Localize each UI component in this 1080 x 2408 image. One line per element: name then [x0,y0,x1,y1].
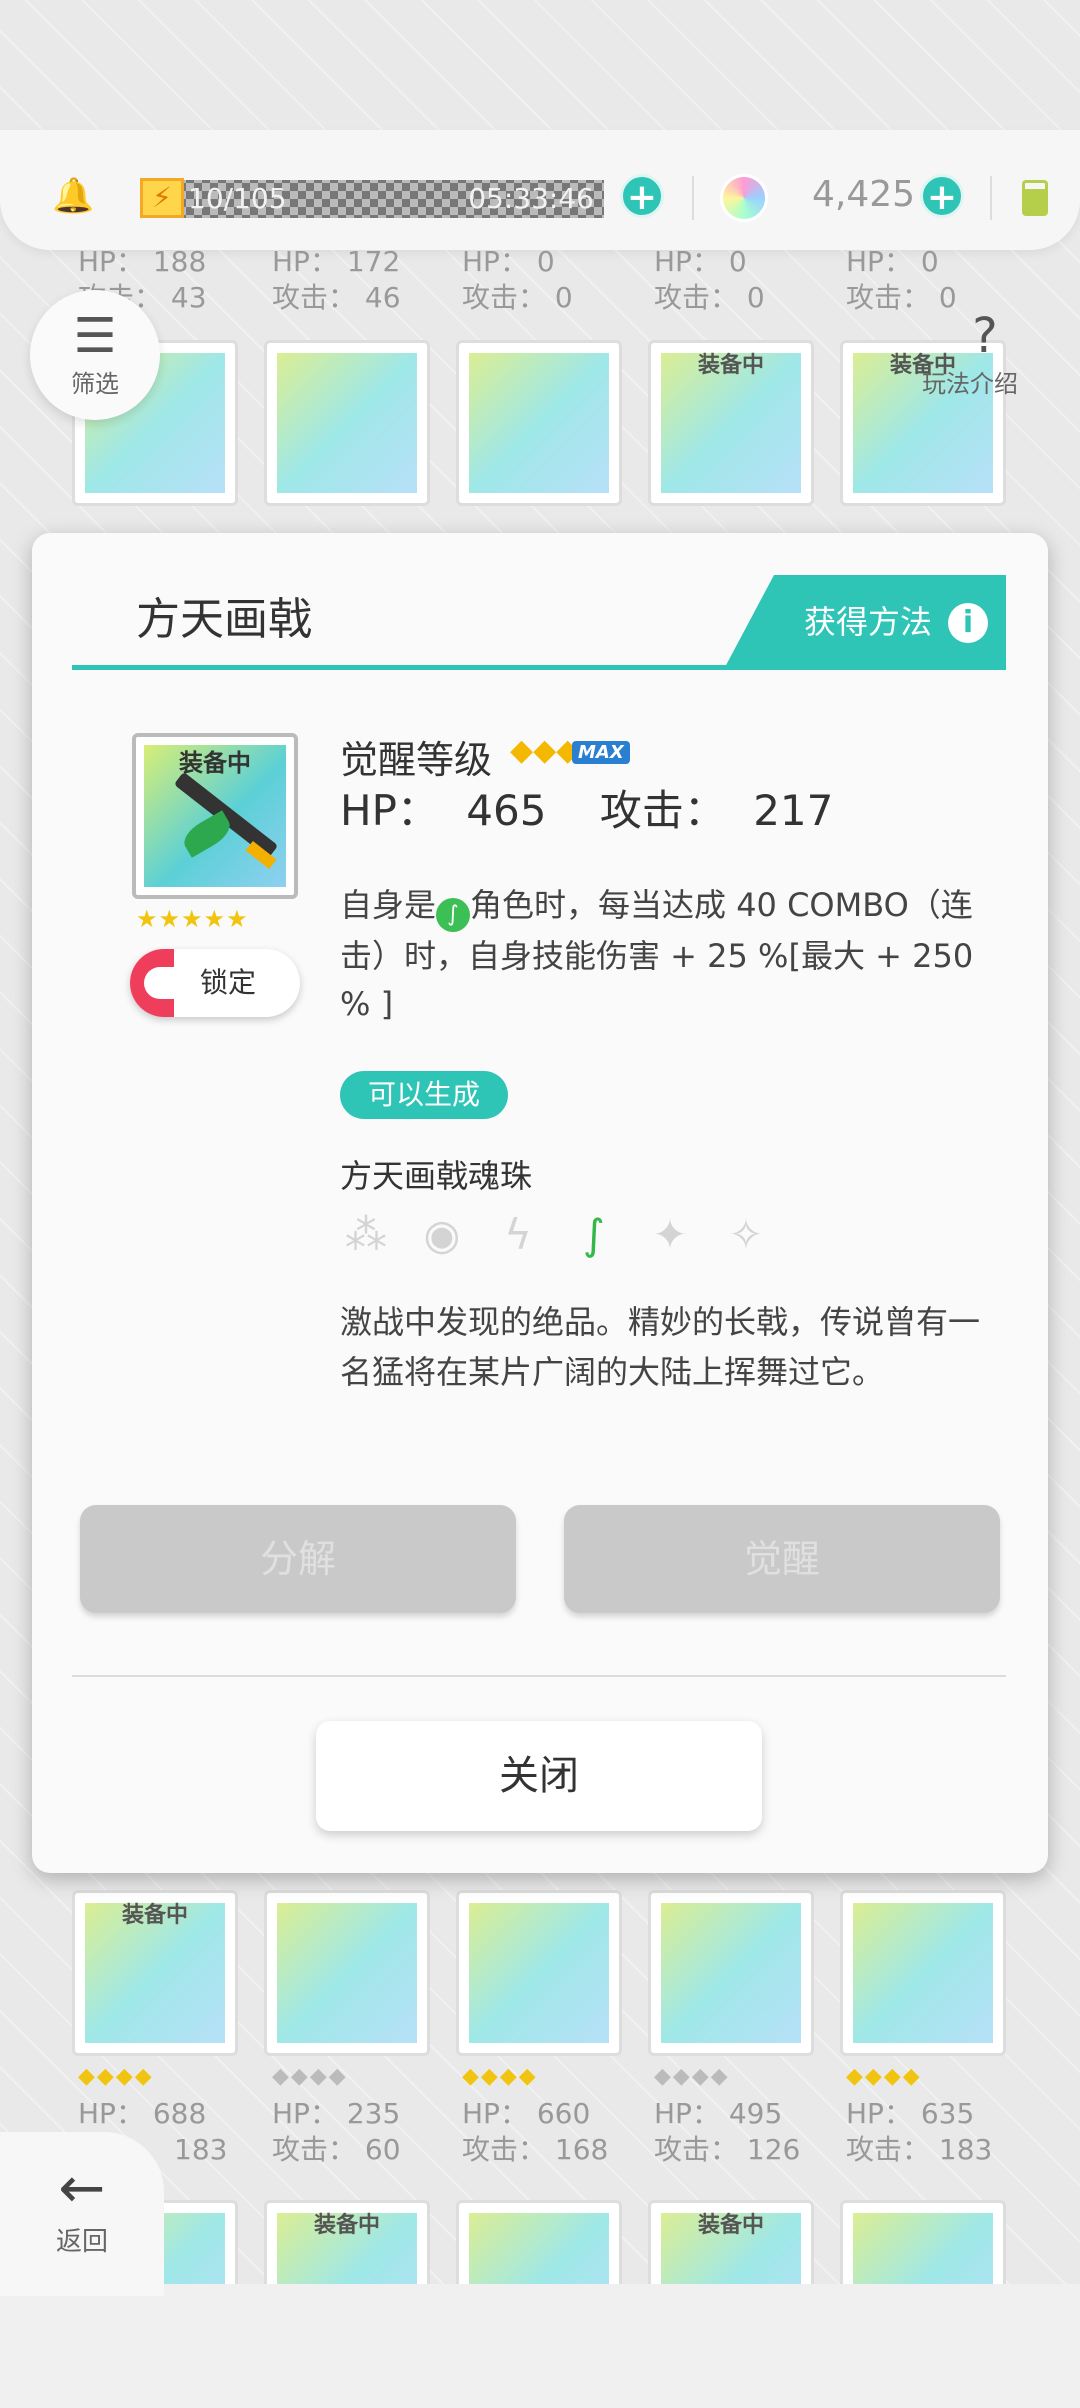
item-card[interactable] [456,340,622,506]
lightning-icon: ⚡ [140,178,184,218]
stats-line: HP： 465 攻击： 217 [340,786,834,835]
item-card[interactable] [264,340,430,506]
item-stats: HP： 235 攻击： 60 [272,2097,401,2166]
rarity-stars: ◆◆◆◆ [462,2064,538,2089]
close-button[interactable]: 关闭 [316,1721,762,1831]
back-button[interactable]: ← 返回 [0,2132,164,2296]
wood-attribute-icon: ∫ [583,1210,605,1259]
hp-value: 465 [466,786,547,835]
atk-value: 217 [753,786,834,835]
item-card[interactable]: 装备中 [648,340,814,506]
rarity-stars: ◆◆◆◆ [78,2064,154,2089]
item-card[interactable] [648,1890,814,2056]
item-stats: HP： 172 攻击： 46 [272,245,401,314]
weapon-icon: 装备中 [132,733,298,899]
item-lore: 激战中发现的绝品。精妙的长戟，传说曾有一名猛将在某片广阔的大陆上挥舞过它。 [340,1303,981,1391]
light-attribute-icon: ◉ [423,1210,461,1259]
rarity-stars: ◆◆◆◆ [846,2064,922,2089]
lock-button[interactable]: 锁定 [130,949,300,1017]
bottom-bar [0,2284,1080,2408]
modal-title: 方天画戟 [136,594,312,645]
divider [990,176,992,220]
item-card[interactable] [264,1890,430,2056]
max-badge: MAX [572,741,630,764]
gem-count: 4,425 [812,174,916,215]
filter-icon: ☰ [73,308,117,364]
divider [72,1675,1006,1677]
help-button[interactable]: ? 玩法介绍 [920,290,1050,420]
item-stats: HP： 660 攻击： 168 [462,2097,609,2166]
item-stats: HP： 0 攻击： 0 [846,245,957,314]
dark-attribute-icon: ✧ [728,1210,764,1259]
star-attribute-icon: ✦ [652,1210,688,1259]
lock-label: 锁定 [199,966,256,999]
item-stats: HP： 495 攻击： 126 [654,2097,801,2166]
title-underline [72,665,1006,670]
divider [692,176,694,220]
magnet-icon [130,949,174,1017]
skill-description: 自身是 ∫ 角色时，每当达成 40 COMBO（连击）时，自身技能伤害 + 25 %… [340,886,974,1023]
stamina-bar: 10/105 05:33:46 [184,180,604,218]
rarity-stars: ★★★★★ [136,905,249,933]
add-stamina-button[interactable]: + [620,174,664,218]
item-detail-modal: 方天画戟 获得方法 i 装备中 ★★★★★ 锁定 觉醒等级 ◆◆◆◆ MAX H… [32,533,1048,1873]
rarity-stars: ◆◆◆◆ [272,2064,348,2089]
status-bar: 🔔 ⚡ 10/105 05:33:46 + 4,425 + [0,130,1080,250]
item-stats: HP： 635 攻击： 183 [846,2097,993,2166]
attribute-row: ⁂ ◉ ϟ ∫ ✦ ✧ [340,1209,940,1269]
back-arrow-icon: ← [58,2156,106,2221]
add-gem-button[interactable]: + [920,174,964,218]
item-stats: HP： 0 攻击： 0 [654,245,765,314]
gem-icon [720,174,768,222]
soul-orb-name: 方天画戟魂珠 [340,1157,533,1195]
wood-attribute-icon: ∫ [436,898,471,932]
obtain-method-button[interactable]: 获得方法 i [724,575,1006,669]
item-stats: HP： 0 攻击： 0 [462,245,573,314]
item-card[interactable] [840,1890,1006,2056]
info-icon: i [948,603,988,643]
decompose-button[interactable]: 分解 [80,1505,516,1613]
awaken-level-label: 觉醒等级 [340,738,493,782]
item-card[interactable] [456,1890,622,2056]
thunder-attribute-icon: ϟ [504,1210,532,1259]
stamina-timer: 05:33:46 [468,182,594,215]
item-card[interactable]: 装备中 [72,1890,238,2056]
awaken-button[interactable]: 觉醒 [564,1505,1000,1613]
battery-icon [1022,180,1048,216]
rarity-stars: ◆◆◆◆ [654,2064,730,2089]
water-attribute-icon: ⁂ [345,1210,387,1259]
can-generate-badge: 可以生成 [340,1071,509,1119]
bell-icon[interactable]: 🔔 [52,178,94,214]
filter-button[interactable]: ☰ 筛选 [30,290,160,420]
question-icon: ? [972,308,998,364]
obtain-method-label: 获得方法 [804,603,933,641]
equipped-tag: 装备中 [179,749,251,777]
stamina-value: 10/105 [188,182,287,215]
